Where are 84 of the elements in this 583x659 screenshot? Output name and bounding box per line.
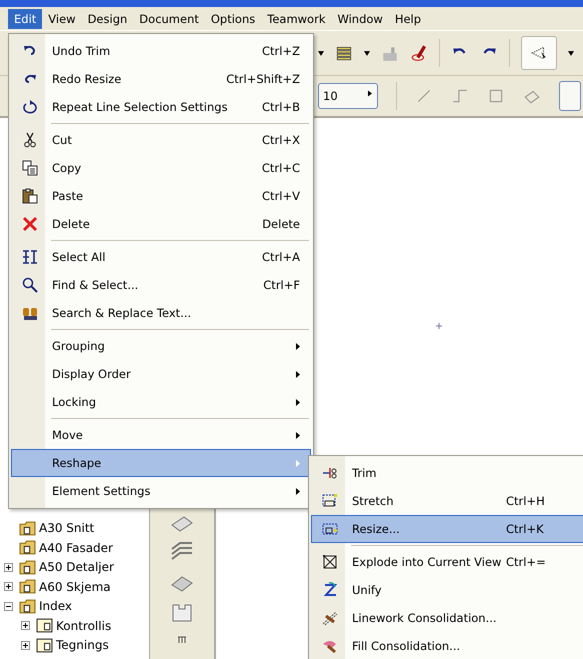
resize-icon [322, 521, 338, 537]
submenu-arrow-icon [296, 370, 300, 378]
menu-item[interactable]: Locking [11, 388, 311, 416]
menu-item[interactable]: Resize... Ctrl+K [311, 515, 583, 543]
menu-item[interactable]: Select All Ctrl+A [11, 243, 311, 271]
menu-bar-item[interactable]: View [42, 8, 82, 28]
expand-toggle[interactable] [4, 562, 13, 572]
menu-item[interactable]: Grouping [11, 332, 311, 360]
explode-icon [322, 554, 338, 570]
menu-item[interactable]: Element Settings [11, 477, 311, 505]
line-tool-icon[interactable] [415, 87, 433, 105]
menu-item[interactable]: Explode into Current View Ctrl+= [311, 548, 583, 576]
folder-icon [19, 579, 36, 594]
menu-item[interactable]: Copy Ctrl+C [11, 154, 311, 182]
folder-icon [19, 598, 36, 614]
menu-bar-item[interactable]: Document [133, 8, 205, 28]
layout-book-icon [36, 638, 53, 653]
origin-marker-icon [436, 323, 442, 329]
menu-bar-item[interactable]: Options [204, 8, 262, 28]
menu-item[interactable]: Delete Delete [11, 210, 311, 238]
menu-item[interactable]: Fill Consolidation... [311, 632, 583, 659]
select-all-icon [22, 249, 38, 265]
layout-book-icon [36, 618, 53, 634]
tree-item[interactable]: Index [39, 599, 72, 614]
menu-bar-item[interactable]: Help [388, 8, 428, 28]
menu-item[interactable]: Unify [311, 576, 583, 604]
clipboard-icon [22, 188, 38, 204]
menu-item[interactable]: Cut Ctrl+X [11, 126, 311, 154]
menu-item[interactable]: Linework Consolidation... [311, 604, 583, 632]
tree-item[interactable]: Tegnings [56, 638, 109, 652]
submenu-arrow-icon [296, 398, 300, 406]
find-icon [22, 277, 38, 293]
fill-icon [322, 638, 338, 654]
folder-icon [19, 540, 36, 556]
menu-item[interactable]: Search & Replace Text... [11, 299, 311, 327]
menu-item[interactable]: Undo Trim Ctrl+Z [11, 37, 311, 65]
menu-item[interactable]: Move [11, 421, 311, 449]
trim-icon [322, 465, 338, 481]
toolbar-button[interactable] [559, 81, 581, 111]
marquee-button[interactable] [521, 36, 557, 70]
caret-icon [364, 50, 370, 56]
repeat-icon [22, 99, 38, 115]
menu-item[interactable]: Trim [311, 459, 583, 487]
submenu-arrow-icon [368, 90, 372, 97]
folder-icon [19, 560, 36, 575]
delete-icon [22, 216, 38, 232]
layer-field[interactable]: 10 [318, 83, 378, 109]
menu-item[interactable]: Find & Select... Ctrl+F [11, 271, 311, 299]
tree-item[interactable]: A60 Skjema [39, 580, 111, 594]
expand-toggle[interactable] [21, 640, 30, 650]
rectangle-tool-icon[interactable] [487, 87, 505, 105]
menu-item[interactable]: Paste Ctrl+V [11, 182, 311, 210]
menu-item[interactable]: Reshape [11, 449, 311, 477]
menu-bar-item[interactable]: Edit [8, 8, 42, 28]
tree-item[interactable]: A40 Fasader [39, 540, 113, 555]
caret-icon [568, 50, 574, 56]
caret-icon [318, 50, 324, 56]
scissors-icon [22, 132, 38, 148]
polyline-tool-icon[interactable] [451, 87, 469, 105]
unify-icon [322, 582, 338, 598]
binoculars-icon [22, 305, 38, 321]
folder-icon [19, 520, 36, 536]
submenu-arrow-icon [296, 342, 300, 350]
copy-icon [22, 160, 38, 176]
expand-toggle[interactable] [21, 621, 30, 630]
menu-item[interactable]: Repeat Line Selection Settings Ctrl+B [11, 93, 311, 121]
menu-bar-item[interactable]: Teamwork [261, 8, 332, 28]
collapse-toggle[interactable] [4, 602, 13, 611]
tree-item[interactable]: A30 Snitt [39, 521, 94, 536]
menu-item[interactable]: Stretch Ctrl+H [311, 487, 583, 515]
submenu-arrow-icon [296, 460, 300, 466]
tree-item[interactable]: Kontrollis [56, 618, 112, 633]
layers-icon[interactable] [335, 44, 353, 62]
menu-bar-item[interactable]: Window [331, 8, 389, 28]
tree-item[interactable]: A50 Detaljer [39, 560, 114, 574]
linework-icon [322, 610, 338, 626]
expand-toggle[interactable] [4, 582, 13, 592]
submenu-arrow-icon [296, 488, 300, 494]
submenu-arrow-icon [296, 432, 300, 438]
menu-item[interactable]: Display Order [11, 360, 311, 388]
pen-icon[interactable] [410, 44, 428, 62]
menu-item[interactable]: Redo Resize Ctrl+Shift+Z [11, 65, 311, 93]
stretch-icon [322, 493, 338, 509]
menu-bar-item[interactable]: Design [82, 8, 134, 28]
